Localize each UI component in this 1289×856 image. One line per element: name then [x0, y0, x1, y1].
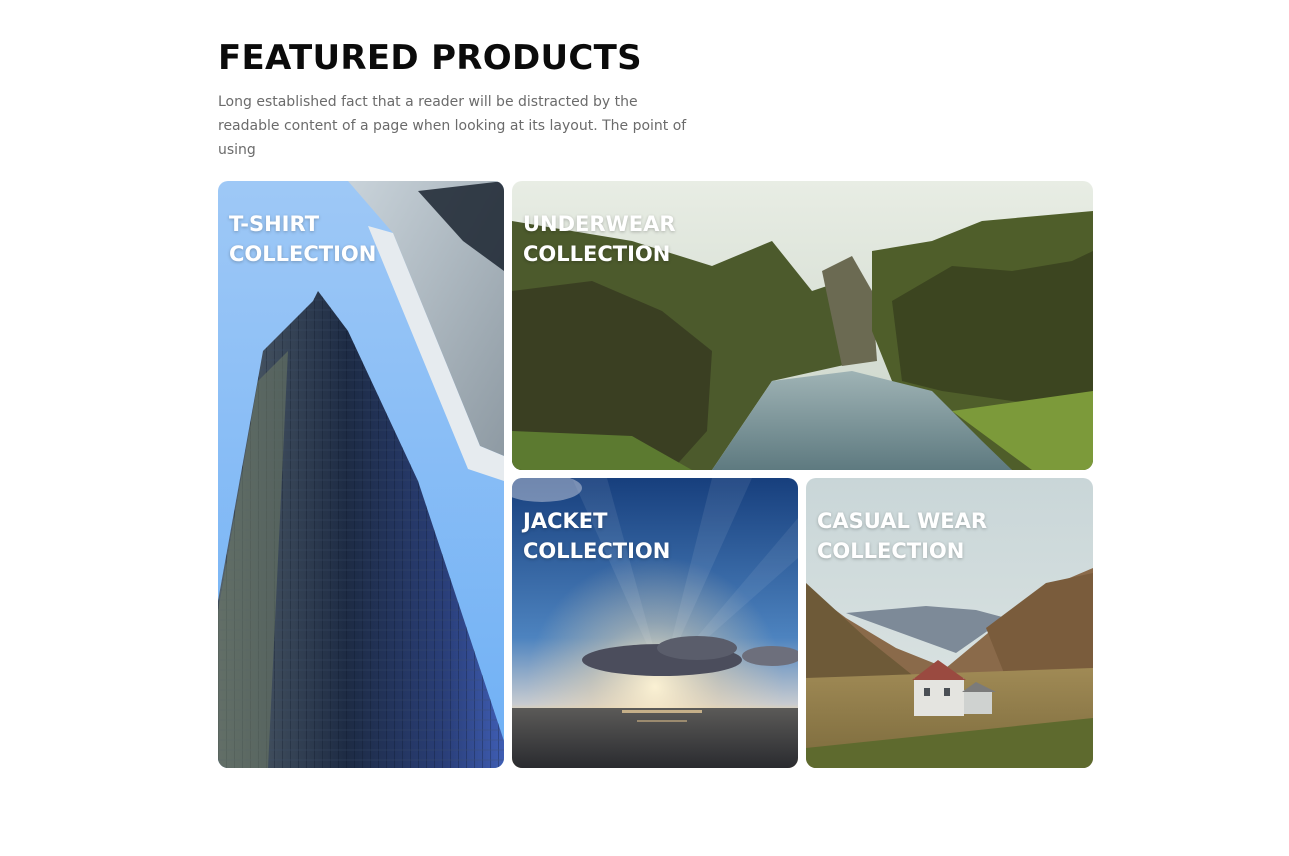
collection-label: JACKET COLLECTION	[523, 506, 670, 566]
skyscraper-photo	[218, 181, 504, 768]
collection-card-underwear[interactable]: UNDERWEAR COLLECTION	[512, 181, 1093, 470]
collection-suffix: COLLECTION	[229, 242, 377, 266]
collection-suffix: COLLECTION	[523, 242, 671, 266]
collections-grid: T-SHIRT COLLECTION UNDERWEAR COLLECTION …	[218, 181, 1093, 768]
collection-name: UNDERWEAR	[523, 212, 676, 236]
collection-name: T-SHIRT	[229, 212, 320, 236]
collection-suffix: COLLECTION	[523, 539, 671, 563]
collection-label: T-SHIRT COLLECTION	[229, 209, 376, 269]
collection-card-jacket[interactable]: JACKET COLLECTION	[512, 478, 798, 768]
section-title: FEATURED PRODUCTS	[218, 38, 642, 78]
featured-products-header: FEATURED PRODUCTS Long established fact …	[218, 36, 1093, 162]
collection-name: CASUAL WEAR	[817, 509, 988, 533]
collection-label: UNDERWEAR COLLECTION	[523, 209, 676, 269]
section-description: Long established fact that a reader will…	[218, 94, 687, 158]
collection-card-tshirt[interactable]: T-SHIRT COLLECTION	[218, 181, 504, 768]
collection-label: CASUAL WEAR COLLECTION	[817, 506, 987, 566]
collection-card-casual-wear[interactable]: CASUAL WEAR COLLECTION	[806, 478, 1093, 768]
collection-name: JACKET	[523, 509, 608, 533]
collection-suffix: COLLECTION	[817, 539, 965, 563]
